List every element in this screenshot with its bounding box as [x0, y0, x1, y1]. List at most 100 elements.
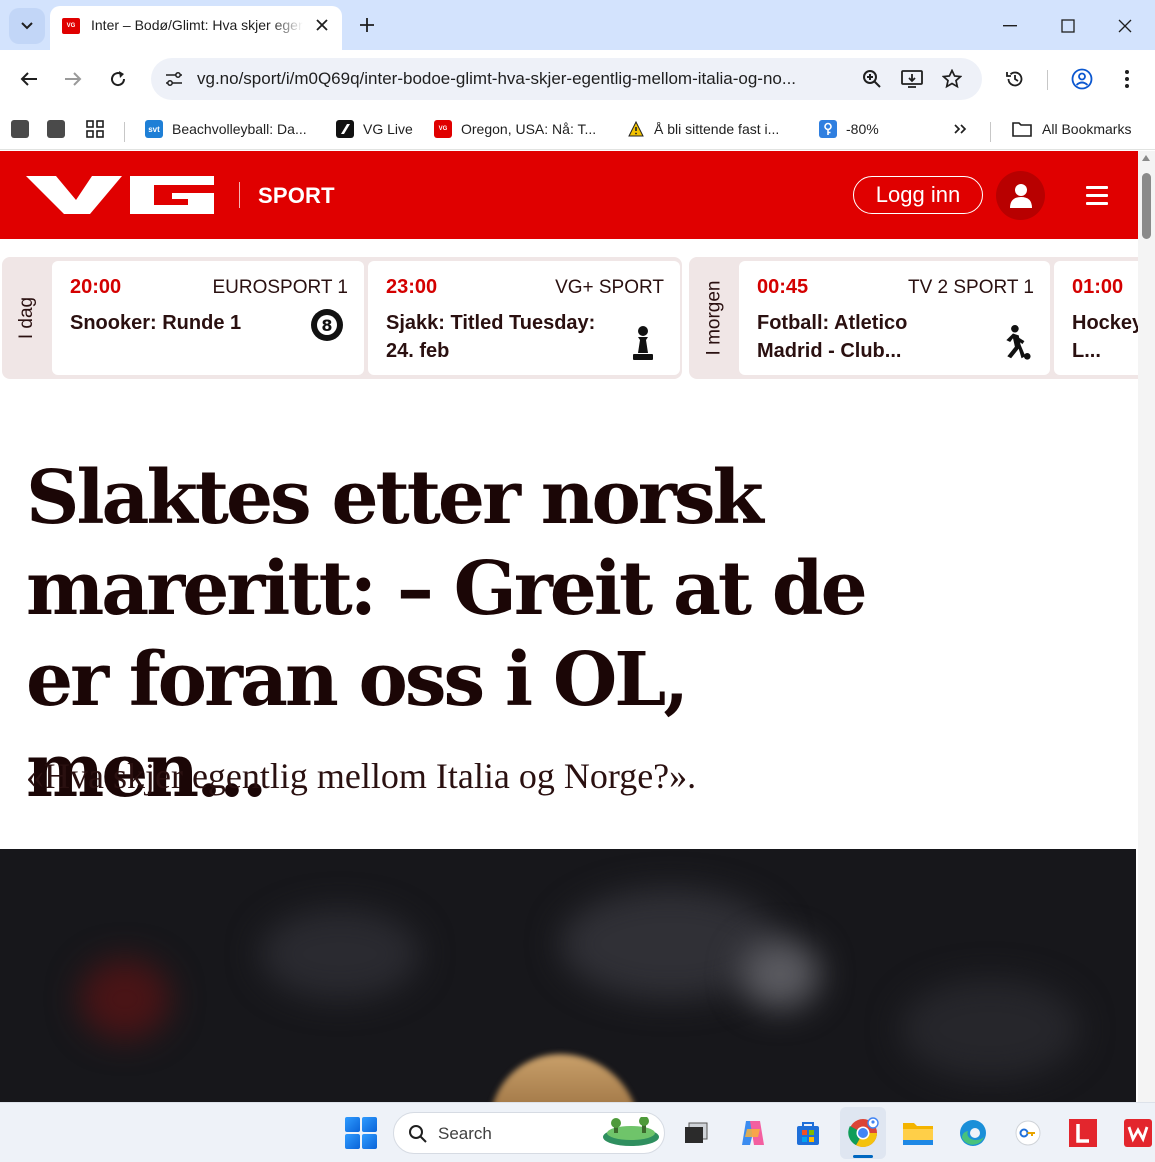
wps-office-button[interactable]: [1120, 1115, 1155, 1151]
keyhole-icon: [819, 120, 837, 138]
site-info-button[interactable]: [159, 64, 189, 94]
image-detail: [260, 909, 420, 999]
key-icon: [1015, 1120, 1041, 1146]
bookmark-app-1[interactable]: [11, 114, 29, 144]
tv-card[interactable]: 00:45 TV 2 SPORT 1 Fotball: Atletico Mad…: [739, 261, 1050, 375]
tv-card[interactable]: 23:00 VG+ SPORT Sjakk: Titled Tuesday: 2…: [368, 261, 680, 375]
history-button[interactable]: [998, 62, 1032, 96]
bookmark-label: Å bli sittende fast i...: [654, 121, 780, 137]
header-divider: [239, 182, 240, 208]
bookmark-item[interactable]: VG Oregon, USA: Nå: T...: [434, 114, 596, 144]
l-app-button[interactable]: [1065, 1115, 1101, 1151]
user-button[interactable]: [996, 171, 1045, 220]
back-button[interactable]: [12, 62, 46, 96]
browser-tab-bar: VG Inter – Bodø/Glimt: Hva skjer egentli…: [0, 0, 1155, 50]
tv-guide-tomorrow: I morgen 00:45 TV 2 SPORT 1 Fotball: Atl…: [689, 257, 1138, 379]
apps-grid-icon: [86, 120, 104, 138]
tv-time: 23:00: [386, 276, 438, 298]
warning-icon: [627, 120, 645, 138]
tv-time: 00:45: [757, 276, 809, 298]
forward-button[interactable]: [56, 62, 90, 96]
user-icon: [1009, 183, 1032, 208]
reload-button[interactable]: [101, 62, 135, 96]
task-view-icon: [685, 1122, 708, 1143]
tv-card[interactable]: 20:00 EUROSPORT 1 Snooker: Runde 1 8: [52, 261, 364, 375]
login-button[interactable]: Logg inn: [853, 176, 983, 214]
address-bar[interactable]: vg.no/sport/i/m0Q69q/inter-bodoe-glimt-h…: [151, 58, 982, 100]
section-label[interactable]: SPORT: [258, 183, 335, 209]
bookmark-item[interactable]: svt Beachvolleyball: Da...: [145, 114, 307, 144]
bookmark-item[interactable]: Å bli sittende fast i...: [627, 114, 779, 144]
article-subtitle: «Hva skjer egentlig mellom Italia og Nor…: [26, 756, 697, 796]
menu-line: [1086, 185, 1108, 189]
taskbar-search[interactable]: Search: [393, 1112, 665, 1154]
apps-button[interactable]: [86, 114, 104, 144]
windows-logo-icon: [362, 1117, 377, 1132]
tv-card[interactable]: 01:00 Hockey: HC - L...: [1054, 261, 1138, 375]
bookmark-item[interactable]: -80%: [819, 114, 879, 144]
bookmark-label: -80%: [846, 121, 879, 137]
tv-guide-today: I dag 20:00 EUROSPORT 1 Snooker: Runde 1…: [2, 257, 682, 379]
browser-menu-button[interactable]: [1110, 62, 1144, 96]
file-explorer-button[interactable]: [900, 1115, 936, 1151]
chrome-icon: [848, 1117, 879, 1147]
windows-logo-icon: [345, 1134, 360, 1149]
arrow-left-icon: [20, 72, 37, 86]
scrollbar-thumb[interactable]: [1142, 173, 1151, 239]
microsoft-store-button[interactable]: [790, 1115, 826, 1151]
bookmark-app-2[interactable]: [47, 114, 65, 144]
password-manager-button[interactable]: [1010, 1115, 1046, 1151]
day-label: I dag: [15, 296, 37, 340]
edge-button[interactable]: [955, 1115, 991, 1151]
l-app-icon: [1069, 1119, 1097, 1147]
close-icon: [1118, 19, 1132, 33]
scroll-up-arrow-icon[interactable]: [1142, 155, 1150, 161]
chrome-button[interactable]: [845, 1115, 881, 1151]
bookmark-star-button[interactable]: [937, 64, 967, 94]
tab-close-button[interactable]: [312, 15, 332, 35]
more-bookmarks-button[interactable]: [953, 114, 967, 144]
zoom-button[interactable]: [857, 64, 887, 94]
task-view-button[interactable]: [678, 1115, 714, 1151]
hamburger-menu-button[interactable]: [1080, 180, 1114, 210]
vg-icon: VG: [434, 120, 452, 138]
install-app-button[interactable]: [897, 64, 927, 94]
copilot-icon: [742, 1121, 764, 1145]
wps-icon: [1124, 1119, 1152, 1147]
search-label: Search: [438, 1124, 492, 1143]
bookmark-item[interactable]: VG Live: [336, 114, 413, 144]
image-detail: [740, 939, 820, 1009]
tab-search-button[interactable]: [9, 8, 45, 44]
folder-icon: [1012, 122, 1032, 137]
page-scrollbar[interactable]: [1138, 151, 1155, 1102]
url-text[interactable]: vg.no/sport/i/m0Q69q/inter-bodoe-glimt-h…: [197, 69, 847, 89]
bookmark-label: Oregon, USA: Nå: T...: [461, 121, 597, 137]
menu-line: [1086, 193, 1108, 197]
web-page: SPORT Logg inn I dag 20:00 EUROSPORT 1 S…: [0, 151, 1138, 1102]
close-icon: [316, 19, 328, 31]
bookmark-label: VG Live: [363, 121, 413, 137]
minimize-icon: [1003, 25, 1017, 27]
zoom-in-icon: [863, 70, 881, 88]
all-bookmarks-button[interactable]: All Bookmarks: [1012, 114, 1131, 144]
new-tab-button[interactable]: [352, 10, 382, 40]
active-indicator: [853, 1155, 873, 1158]
account-icon: [1071, 68, 1093, 90]
copilot-button[interactable]: [735, 1115, 771, 1151]
start-button[interactable]: [343, 1115, 379, 1151]
search-highlight-icon: [603, 1117, 659, 1146]
bookmark-label: Beachvolleyball: Da...: [172, 121, 307, 137]
tv-title: Hockey: HC - L...: [1072, 312, 1138, 362]
minimize-button[interactable]: [990, 6, 1030, 46]
maximize-button[interactable]: [1048, 6, 1088, 46]
toolbar-divider: [1047, 70, 1048, 90]
windows-taskbar: Search: [0, 1102, 1155, 1162]
day-label: I morgen: [703, 280, 725, 356]
browser-tab-active[interactable]: VG Inter – Bodø/Glimt: Hva skjer egentli…: [50, 6, 342, 50]
tv-channel: VG+ SPORT: [555, 277, 664, 298]
app-square-icon: [11, 120, 29, 138]
article-hero-image[interactable]: [0, 849, 1136, 1102]
close-window-button[interactable]: [1105, 6, 1145, 46]
vg-logo[interactable]: [26, 175, 216, 215]
profile-button[interactable]: [1065, 62, 1099, 96]
